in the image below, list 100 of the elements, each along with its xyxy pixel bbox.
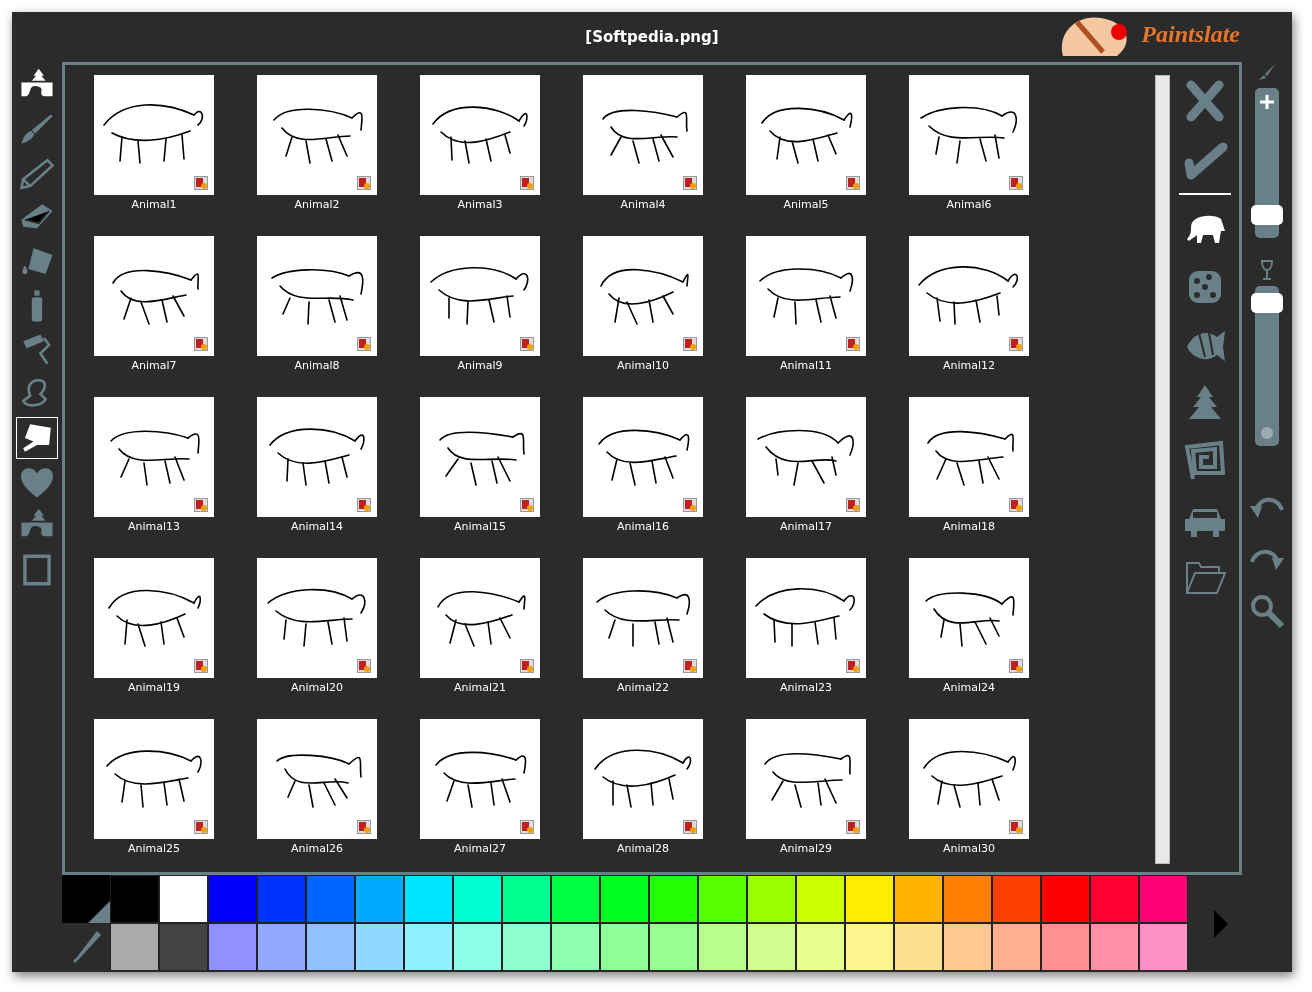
color-swatch[interactable]	[502, 875, 551, 923]
thumbnail-label: Animal17	[779, 520, 833, 535]
color-swatch[interactable]	[600, 875, 649, 923]
color-swatch[interactable]	[208, 923, 257, 971]
smudge-tool-button[interactable]	[16, 417, 58, 459]
image-file-icon	[1009, 176, 1023, 190]
color-swatch[interactable]	[796, 875, 845, 923]
thumbnail-label: Animal15	[453, 520, 507, 535]
color-swatch[interactable]	[894, 923, 943, 971]
color-swatch[interactable]	[1139, 875, 1188, 923]
color-swatch[interactable]	[404, 875, 453, 923]
image-file-icon	[846, 176, 860, 190]
image-file-icon	[357, 498, 371, 512]
color-swatch[interactable]	[698, 923, 747, 971]
color-swatch[interactable]	[551, 923, 600, 971]
color-swatch[interactable]	[404, 923, 453, 971]
animal-thumbnail[interactable]	[583, 397, 703, 517]
thumbnail-label: Animal20	[290, 681, 344, 696]
color-swatch[interactable]	[502, 923, 551, 971]
animal-thumbnail[interactable]	[746, 719, 866, 839]
color-swatch[interactable]	[257, 923, 306, 971]
color-swatch[interactable]	[1090, 875, 1139, 923]
custom-color-swatch[interactable]	[62, 875, 110, 923]
color-swatch[interactable]	[1041, 923, 1090, 971]
search-icon[interactable]	[1248, 592, 1286, 630]
color-swatch[interactable]	[649, 923, 698, 971]
animal-thumbnail[interactable]	[583, 719, 703, 839]
color-swatch[interactable]	[159, 875, 208, 923]
color-swatch[interactable]	[747, 875, 796, 923]
color-swatch[interactable]	[453, 875, 502, 923]
scrollbar[interactable]	[1155, 75, 1170, 864]
color-swatch[interactable]	[649, 875, 698, 923]
color-swatch[interactable]	[551, 875, 600, 923]
color-swatch[interactable]	[306, 875, 355, 923]
color-swatch[interactable]	[1090, 923, 1139, 971]
image-file-icon	[520, 820, 534, 834]
animal-thumbnail[interactable]	[583, 236, 703, 356]
color-swatch[interactable]	[894, 875, 943, 923]
color-swatch[interactable]	[453, 923, 502, 971]
color-swatch[interactable]	[355, 923, 404, 971]
thumbnail-label: Animal26	[290, 842, 344, 857]
color-swatch[interactable]	[257, 875, 306, 923]
color-swatch[interactable]	[306, 923, 355, 971]
color-swatch[interactable]	[1041, 875, 1090, 923]
image-file-icon	[194, 820, 208, 834]
color-swatch[interactable]	[943, 875, 992, 923]
image-file-icon	[357, 659, 371, 673]
color-swatch[interactable]	[600, 923, 649, 971]
animal-thumbnail[interactable]	[420, 75, 540, 195]
animal-thumbnail[interactable]	[909, 75, 1029, 195]
color-swatch[interactable]	[110, 923, 159, 971]
animal-thumbnail[interactable]	[420, 236, 540, 356]
slider-thumb[interactable]	[1251, 205, 1283, 225]
color-swatch[interactable]	[845, 875, 894, 923]
color-swatch[interactable]	[943, 923, 992, 971]
animal-thumbnail[interactable]	[94, 236, 214, 356]
animal-thumbnail[interactable]	[94, 397, 214, 517]
color-swatch[interactable]	[747, 923, 796, 971]
animal-thumbnail[interactable]	[583, 75, 703, 195]
animal-thumbnail[interactable]	[420, 719, 540, 839]
eyedropper-icon[interactable]	[71, 929, 101, 965]
animal-thumbnail[interactable]	[746, 236, 866, 356]
color-swatch[interactable]	[845, 923, 894, 971]
thumbnail-label: Animal13	[127, 520, 181, 535]
color-swatch[interactable]	[1139, 923, 1188, 971]
animal-thumbnail[interactable]	[746, 397, 866, 517]
thumbnail-label: Animal27	[453, 842, 507, 857]
thumbnail-label: Animal6	[946, 198, 992, 213]
animal-thumbnail[interactable]	[94, 75, 214, 195]
opacity-slider[interactable]	[1251, 286, 1283, 446]
animal-thumbnail[interactable]	[909, 558, 1029, 678]
animal-thumbnail[interactable]	[420, 558, 540, 678]
color-swatch[interactable]	[110, 875, 159, 923]
animal-thumbnail[interactable]	[257, 75, 377, 195]
animal-thumbnail[interactable]	[94, 719, 214, 839]
animal-thumbnail[interactable]	[909, 236, 1029, 356]
color-swatch[interactable]	[992, 875, 1041, 923]
thumbnail-label: Animal30	[942, 842, 996, 857]
color-swatch[interactable]	[208, 875, 257, 923]
color-swatch[interactable]	[355, 875, 404, 923]
animal-thumbnail[interactable]	[94, 558, 214, 678]
animal-thumbnail[interactable]	[746, 558, 866, 678]
color-swatch[interactable]	[796, 923, 845, 971]
animal-thumbnail[interactable]	[746, 75, 866, 195]
color-swatch[interactable]	[992, 923, 1041, 971]
animal-thumbnail[interactable]	[583, 558, 703, 678]
animal-thumbnail[interactable]	[257, 236, 377, 356]
slider-thumb[interactable]	[1251, 293, 1283, 313]
thumbnail-label: Animal7	[131, 359, 177, 374]
color-swatch[interactable]	[698, 875, 747, 923]
animal-thumbnail[interactable]	[909, 397, 1029, 517]
thumbnail-label: Animal3	[457, 198, 503, 213]
animal-thumbnail[interactable]	[257, 719, 377, 839]
size-slider[interactable]	[1251, 88, 1283, 238]
animal-thumbnail[interactable]	[257, 397, 377, 517]
animal-thumbnail[interactable]	[909, 719, 1029, 839]
color-swatch[interactable]	[159, 923, 208, 971]
thumbnail-label: Animal11	[779, 359, 833, 374]
animal-thumbnail[interactable]	[420, 397, 540, 517]
animal-thumbnail[interactable]	[257, 558, 377, 678]
